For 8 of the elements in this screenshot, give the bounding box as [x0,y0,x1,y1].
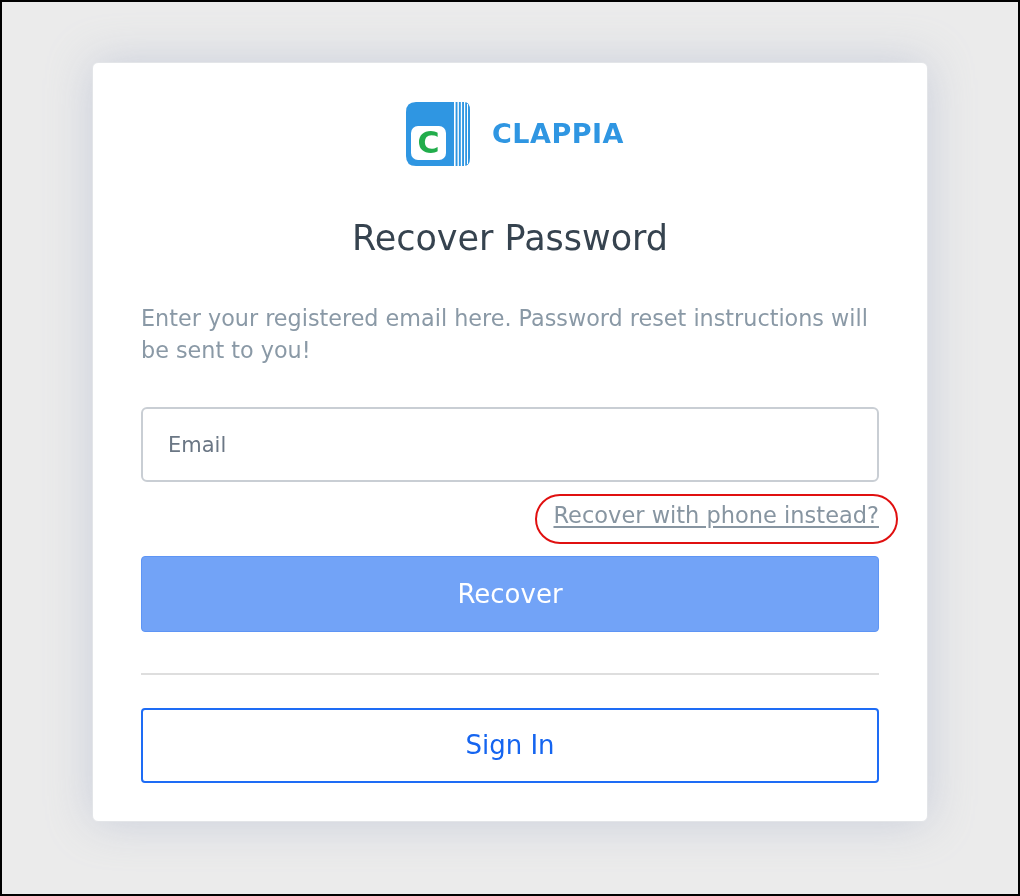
email-field[interactable]: Email [141,407,879,482]
page-title: Recover Password [350,217,670,260]
logo-letter: C [417,128,440,158]
brand-name: CLAPPIA [492,116,624,151]
recover-button[interactable]: Recover [141,556,879,632]
instructions-text: Enter your registered email here. Password reset instructions will be sent to you! [141,304,869,365]
recover-with-phone-link[interactable]: Recover with phone instead? [553,501,879,529]
sign-in-button[interactable]: Sign In [141,708,879,783]
